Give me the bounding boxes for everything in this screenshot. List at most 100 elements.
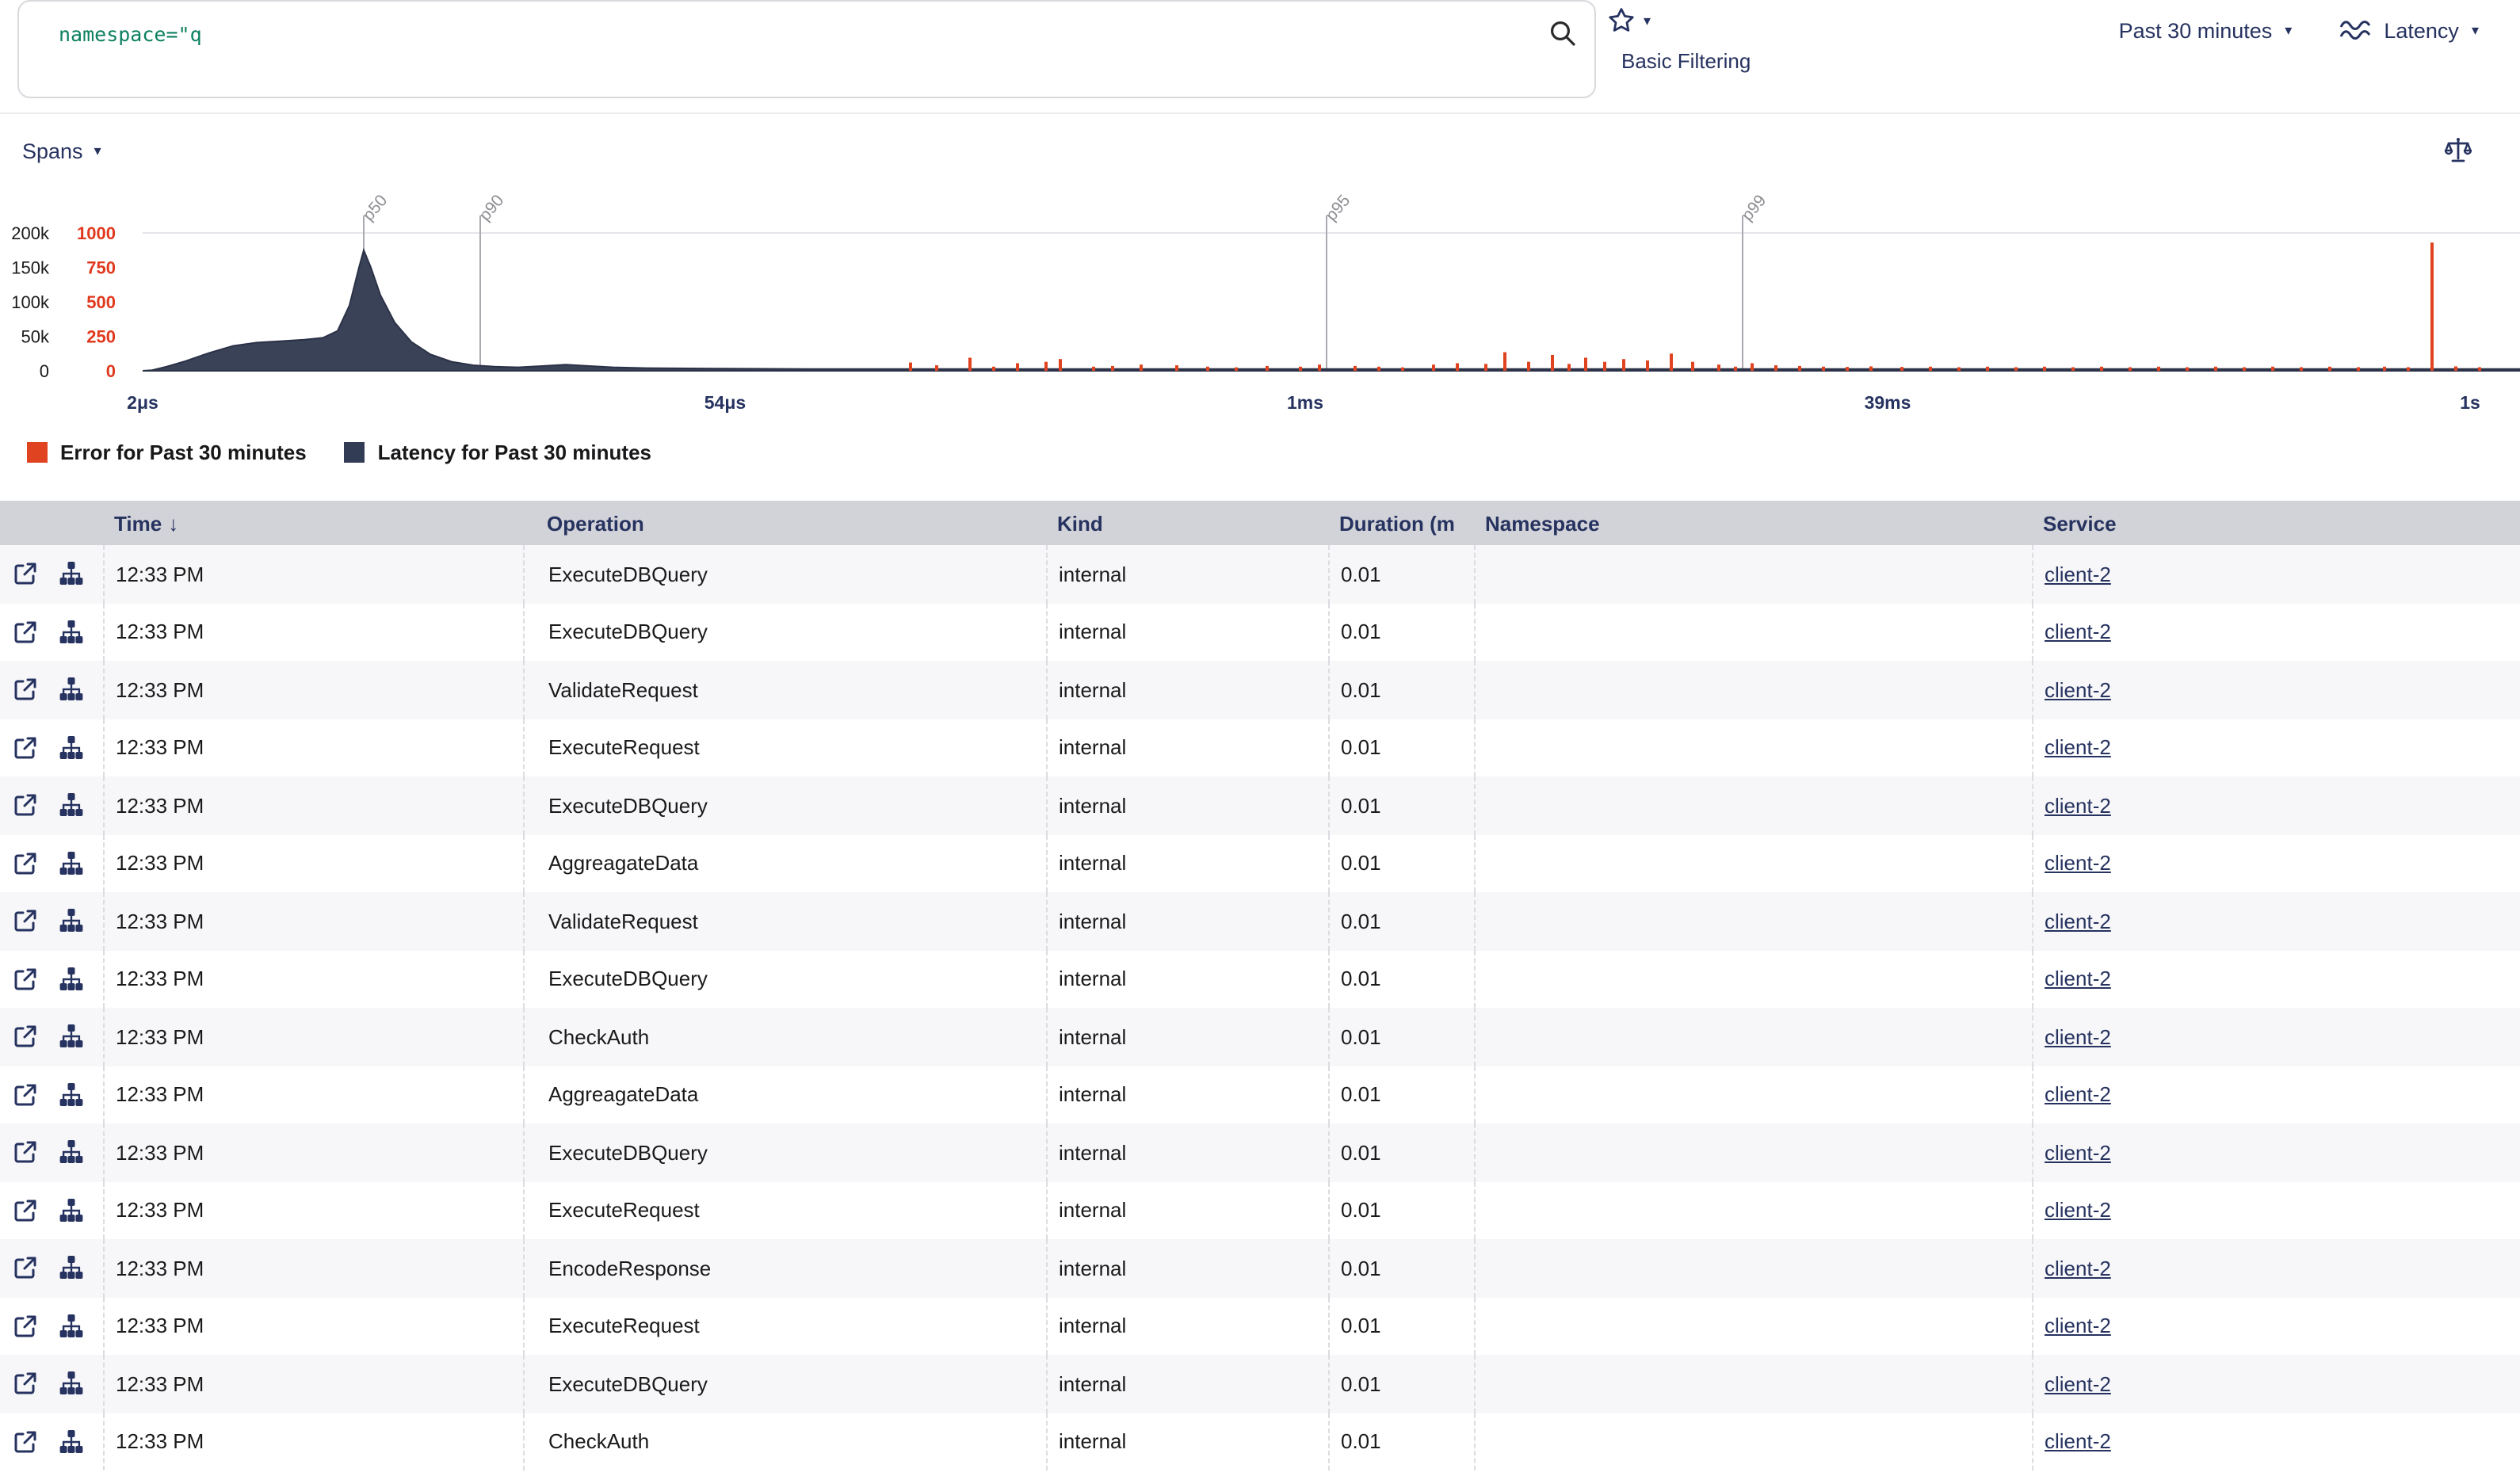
span-tree-button[interactable]	[59, 1198, 84, 1223]
compare-scale-icon[interactable]	[2444, 136, 2472, 165]
service-link[interactable]: client-2	[2045, 736, 2111, 760]
open-span-button[interactable]	[13, 1024, 38, 1050]
metric-chevron-down-icon: ▾	[2472, 23, 2479, 37]
table-row[interactable]: 12:33 PM ExecuteRequest internal 0.01 cl…	[0, 1181, 2520, 1239]
header-service[interactable]: Service	[2032, 511, 2520, 535]
open-span-button[interactable]	[13, 1140, 38, 1165]
span-tree-button[interactable]	[59, 851, 84, 876]
table-row[interactable]: 12:33 PM ValidateRequest internal 0.01 c…	[0, 892, 2520, 950]
metric-selector[interactable]: Latency ▾	[2339, 17, 2479, 43]
open-span-button[interactable]	[13, 1082, 38, 1108]
header-service-label: Service	[2043, 511, 2117, 535]
span-tree-button[interactable]	[59, 793, 84, 818]
open-span-button[interactable]	[13, 967, 38, 992]
table-row[interactable]: 12:33 PM ExecuteRequest internal 0.01 cl…	[0, 1297, 2520, 1355]
cell-operation: EncodeResponse	[523, 1239, 1046, 1297]
service-link[interactable]: client-2	[2045, 563, 2111, 586]
table-row[interactable]: 12:33 PM EncodeResponse internal 0.01 cl…	[0, 1239, 2520, 1297]
open-span-button[interactable]	[13, 793, 38, 818]
service-link[interactable]: client-2	[2045, 910, 2111, 933]
svg-text:250: 250	[86, 327, 116, 347]
span-tree-button[interactable]	[59, 1082, 84, 1108]
table-row[interactable]: 12:33 PM ExecuteDBQuery internal 0.01 cl…	[0, 1123, 2520, 1181]
cell-namespace	[1474, 1066, 2032, 1123]
span-tree-button[interactable]	[59, 1371, 84, 1397]
spans-dropdown[interactable]: Spans ▾	[22, 139, 101, 162]
open-span-button[interactable]	[13, 1256, 38, 1281]
service-link[interactable]: client-2	[2045, 1372, 2111, 1396]
header-namespace[interactable]: Namespace	[1474, 511, 2032, 535]
service-link[interactable]: client-2	[2045, 967, 2111, 991]
header-operation[interactable]: Operation	[523, 511, 1046, 535]
cell-service: client-2	[2032, 1008, 2520, 1066]
table-row[interactable]: 12:33 PM AggreagateData internal 0.01 cl…	[0, 834, 2520, 892]
table-row[interactable]: 12:33 PM ExecuteDBQuery internal 0.01 cl…	[0, 950, 2520, 1008]
table-row[interactable]: 12:33 PM CheckAuth internal 0.01 client-…	[0, 1008, 2520, 1066]
service-link[interactable]: client-2	[2045, 678, 2111, 702]
span-tree-button[interactable]	[59, 1140, 84, 1165]
span-tree-button[interactable]	[59, 1429, 84, 1455]
open-span-button[interactable]	[13, 1429, 38, 1455]
favorite-star-icon[interactable]	[1607, 6, 1636, 35]
open-span-button[interactable]	[13, 735, 38, 761]
span-tree-button[interactable]	[59, 677, 84, 703]
cell-duration: 0.01	[1328, 892, 1474, 950]
table-row[interactable]: 12:33 PM AggreagateData internal 0.01 cl…	[0, 1066, 2520, 1123]
spans-table: Time ↓ Operation Kind Duration (m Namesp…	[0, 501, 2520, 1470]
service-link[interactable]: client-2	[2045, 1199, 2111, 1223]
row-icons-cell	[0, 950, 103, 1008]
table-row[interactable]: 12:33 PM ExecuteDBQuery internal 0.01 cl…	[0, 603, 2520, 661]
cell-service: client-2	[2032, 661, 2520, 719]
cell-namespace	[1474, 661, 2032, 719]
service-link[interactable]: client-2	[2045, 852, 2111, 875]
cell-service: client-2	[2032, 1123, 2520, 1181]
open-span-button[interactable]	[13, 677, 38, 703]
table-row[interactable]: 12:33 PM ExecuteDBQuery internal 0.01 cl…	[0, 545, 2520, 603]
header-kind[interactable]: Kind	[1046, 511, 1328, 535]
span-tree-button[interactable]	[59, 1024, 84, 1050]
row-icons-cell	[0, 1413, 103, 1470]
span-tree-button[interactable]	[59, 735, 84, 761]
table-row[interactable]: 12:33 PM ValidateRequest internal 0.01 c…	[0, 661, 2520, 719]
span-tree-button[interactable]	[59, 1256, 84, 1281]
span-tree-button[interactable]	[59, 909, 84, 934]
cell-time: 12:33 PM	[103, 950, 523, 1008]
search-icon[interactable]	[1548, 19, 1577, 48]
service-link[interactable]: client-2	[2045, 1314, 2111, 1338]
service-link[interactable]: client-2	[2045, 1257, 2111, 1280]
basic-filtering-button[interactable]: Basic Filtering	[1621, 49, 1751, 73]
query-search-input[interactable]: namespace="q	[17, 0, 1596, 98]
row-icons-cell	[0, 1123, 103, 1181]
cell-kind: internal	[1046, 1008, 1328, 1066]
service-link[interactable]: client-2	[2045, 1430, 2111, 1454]
table-row[interactable]: 12:33 PM ExecuteRequest internal 0.01 cl…	[0, 719, 2520, 776]
service-link[interactable]: client-2	[2045, 620, 2111, 644]
time-range-selector[interactable]: Past 30 minutes ▾	[2119, 18, 2293, 42]
open-span-button[interactable]	[13, 909, 38, 934]
cell-namespace	[1474, 545, 2032, 603]
open-span-button[interactable]	[13, 620, 38, 645]
svg-text:500: 500	[86, 292, 116, 312]
open-span-button[interactable]	[13, 851, 38, 876]
open-span-button[interactable]	[13, 562, 38, 587]
service-link[interactable]: client-2	[2045, 794, 2111, 818]
table-row[interactable]: 12:33 PM CheckAuth internal 0.01 client-…	[0, 1413, 2520, 1470]
open-span-button[interactable]	[13, 1314, 38, 1339]
table-row[interactable]: 12:33 PM ExecuteDBQuery internal 0.01 cl…	[0, 1355, 2520, 1413]
favorite-chevron-down-icon[interactable]: ▾	[1644, 13, 1651, 28]
header-duration[interactable]: Duration (m	[1328, 511, 1474, 535]
cell-service: client-2	[2032, 719, 2520, 776]
span-tree-button[interactable]	[59, 562, 84, 587]
span-tree-button[interactable]	[59, 620, 84, 645]
table-row[interactable]: 12:33 PM ExecuteDBQuery internal 0.01 cl…	[0, 776, 2520, 834]
time-range-chevron-down-icon: ▾	[2285, 23, 2292, 37]
span-tree-button[interactable]	[59, 1314, 84, 1339]
open-span-button[interactable]	[13, 1371, 38, 1397]
open-span-button[interactable]	[13, 1198, 38, 1223]
service-link[interactable]: client-2	[2045, 1141, 2111, 1165]
service-link[interactable]: client-2	[2045, 1083, 2111, 1107]
service-link[interactable]: client-2	[2045, 1025, 2111, 1049]
span-tree-button[interactable]	[59, 967, 84, 992]
header-time[interactable]: Time ↓	[103, 511, 523, 535]
cell-operation: ExecuteDBQuery	[523, 950, 1046, 1008]
